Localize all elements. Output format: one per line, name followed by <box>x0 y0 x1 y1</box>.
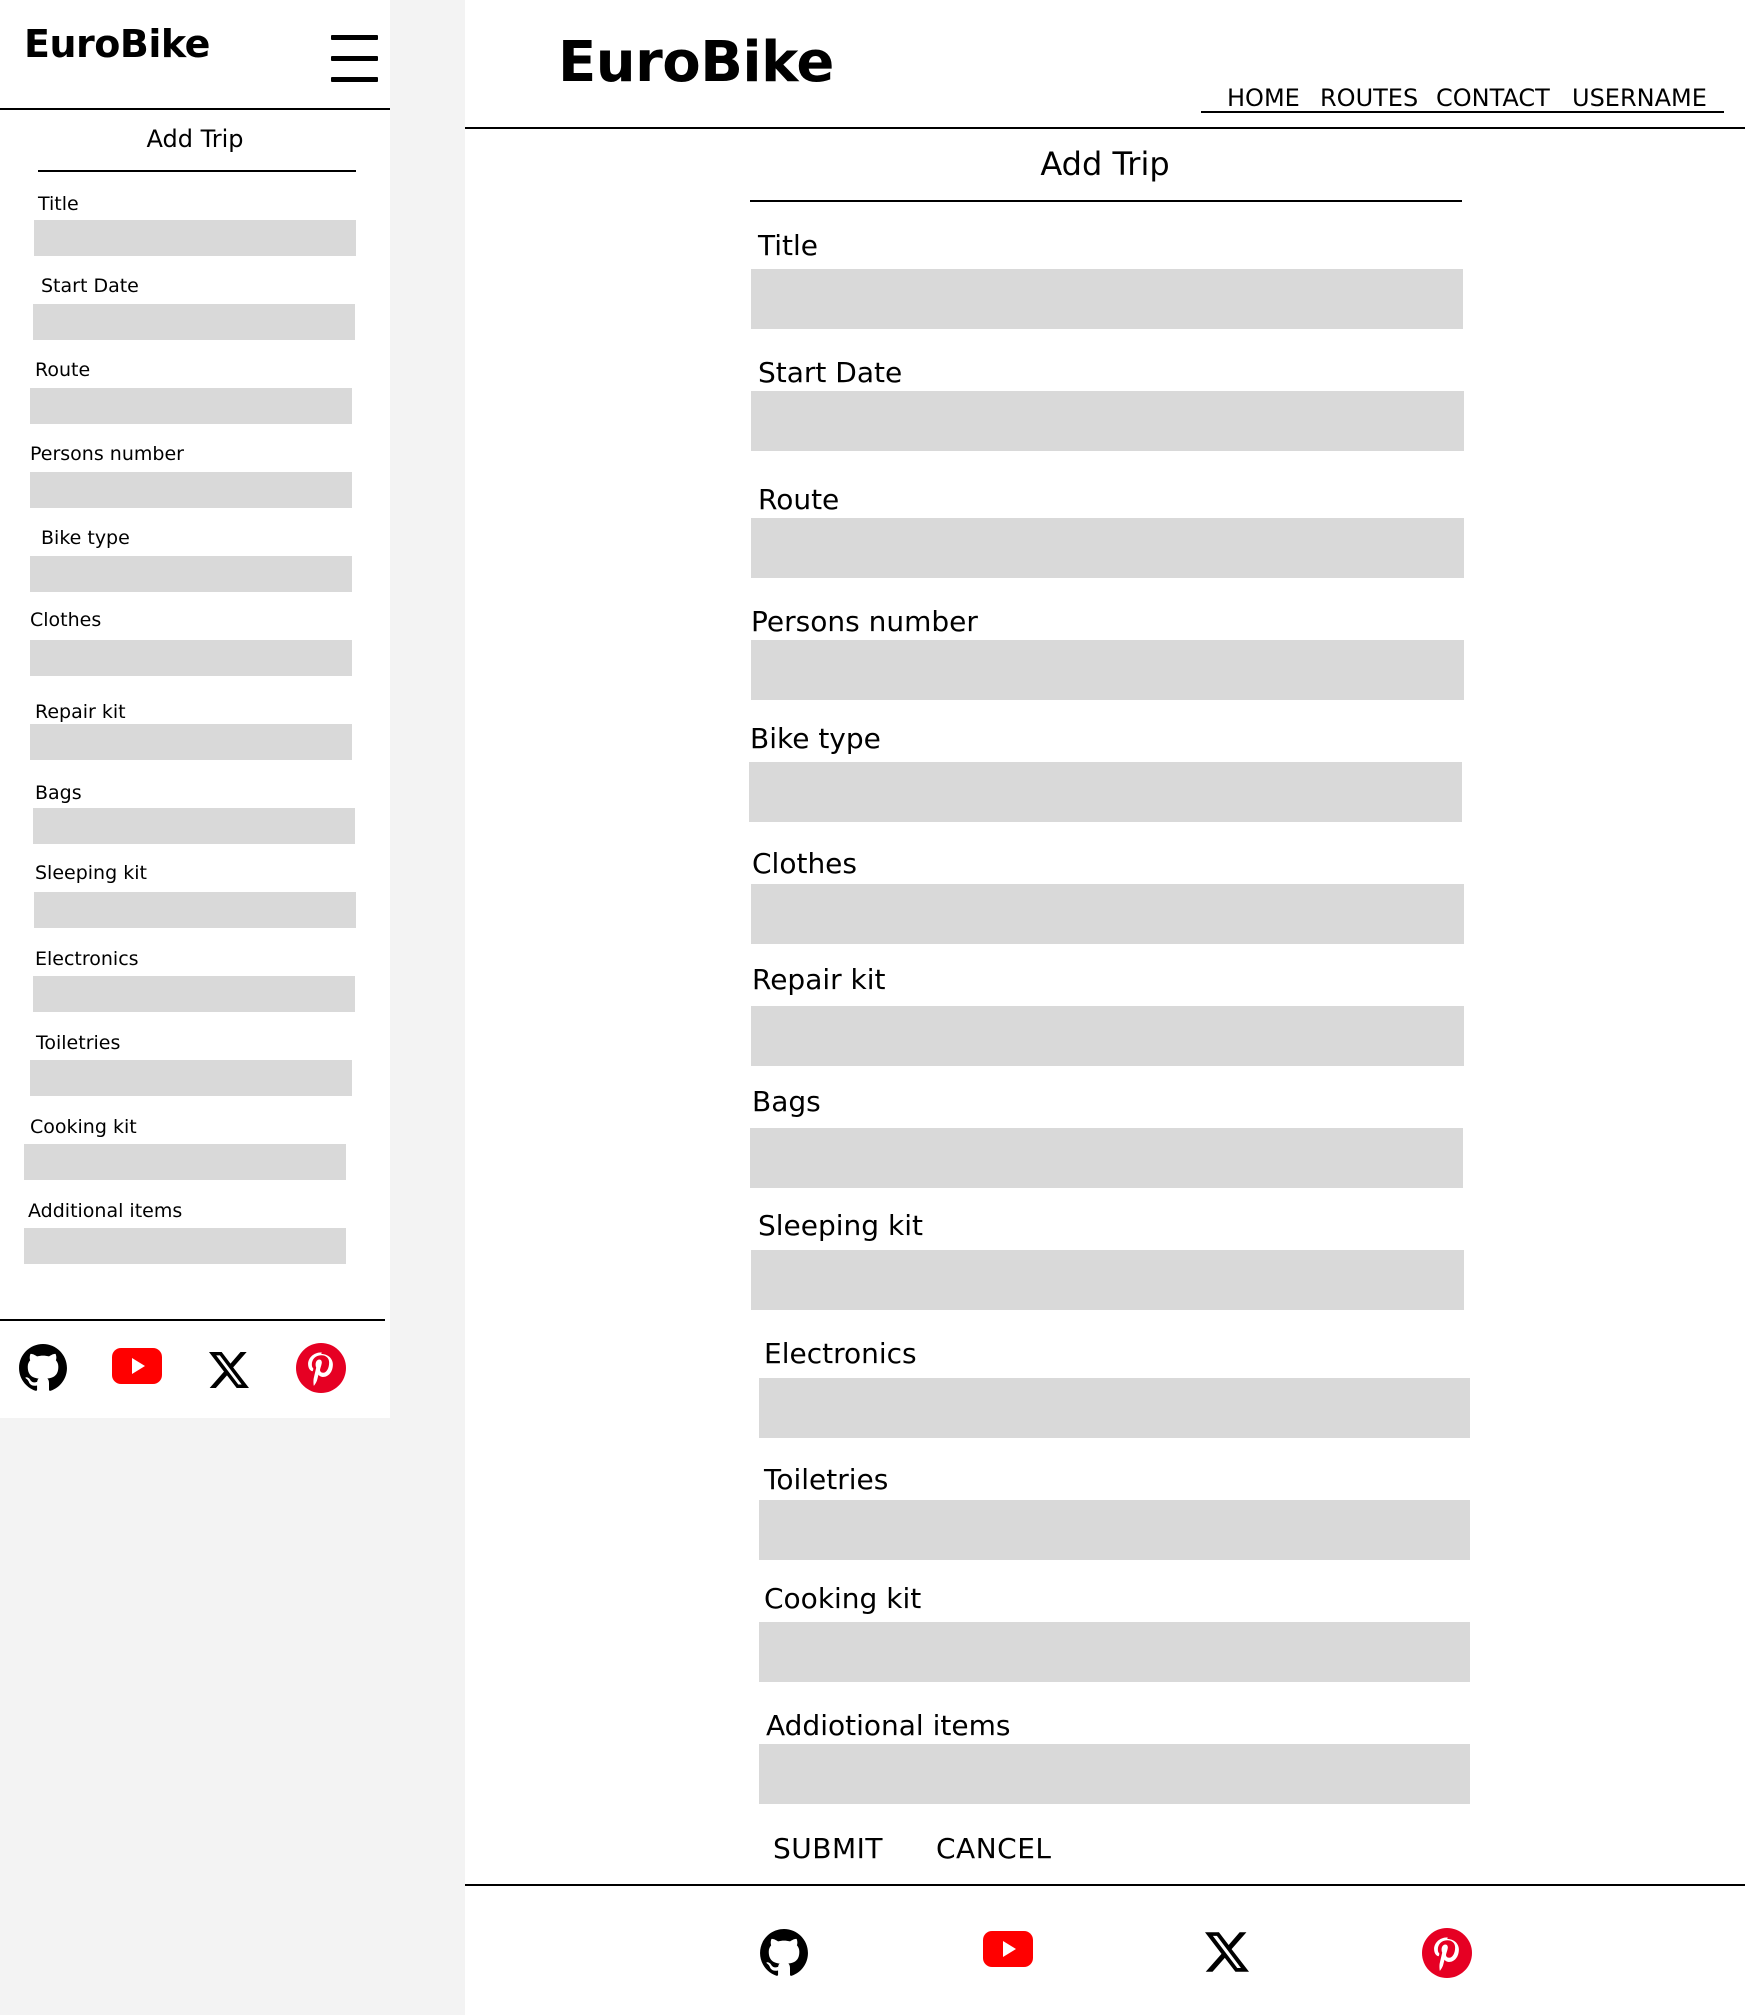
cooking-kit-input[interactable] <box>759 1622 1470 1682</box>
nav-routes[interactable]: ROUTES <box>1320 84 1418 112</box>
field-label-persons-number: Persons number <box>30 443 184 465</box>
title-input[interactable] <box>34 220 356 256</box>
clothes-input[interactable] <box>30 640 352 676</box>
pinterest-icon[interactable] <box>1422 1928 1472 1978</box>
sleeping-kit-input[interactable] <box>34 892 356 928</box>
hamburger-menu-icon[interactable] <box>331 35 378 83</box>
field-label-repair-kit: Repair kit <box>35 701 126 723</box>
brand-logo[interactable]: EuroBike <box>558 30 834 95</box>
field-label-cooking-kit: Cooking kit <box>30 1116 137 1138</box>
bags-input[interactable] <box>33 808 355 844</box>
title-divider <box>38 170 356 172</box>
field-label-sleeping-kit: Sleeping kit <box>35 862 147 884</box>
desktop-frame: EuroBike HOME ROUTES CONTACT USERNAME Ad… <box>465 0 1745 2015</box>
field-label-clothes: Clothes <box>752 847 857 880</box>
field-label-bike-type: Bike type <box>750 722 881 755</box>
field-label-start-date: Start Date <box>41 275 139 297</box>
header-divider <box>465 127 1745 129</box>
nav-home[interactable]: HOME <box>1227 84 1300 112</box>
cancel-button[interactable]: CANCEL <box>936 1832 1052 1865</box>
field-label-electronics: Electronics <box>764 1337 917 1370</box>
field-label-persons-number: Persons number <box>751 605 978 638</box>
title-input[interactable] <box>751 269 1463 329</box>
field-label-electronics: Electronics <box>35 948 139 970</box>
additional-items-input[interactable] <box>24 1228 346 1264</box>
github-icon[interactable] <box>18 1343 68 1393</box>
header-divider <box>0 108 390 110</box>
additional-items-input[interactable] <box>759 1744 1470 1804</box>
field-label-sleeping-kit: Sleeping kit <box>758 1209 923 1242</box>
bike-type-input[interactable] <box>749 762 1462 822</box>
toiletries-input[interactable] <box>30 1060 352 1096</box>
x-icon[interactable] <box>1205 1930 1249 1974</box>
field-label-start-date: Start Date <box>758 356 903 389</box>
field-label-clothes: Clothes <box>30 609 102 631</box>
nav-underline <box>1201 111 1724 113</box>
cooking-kit-input[interactable] <box>24 1144 346 1180</box>
electronics-input[interactable] <box>759 1378 1470 1438</box>
persons-number-input[interactable] <box>751 640 1464 700</box>
repair-kit-input[interactable] <box>751 1006 1464 1066</box>
footer-divider <box>0 1319 385 1321</box>
brand-logo[interactable]: EuroBike <box>24 22 210 66</box>
footer-divider <box>465 1884 1745 1886</box>
youtube-icon[interactable] <box>112 1347 162 1385</box>
field-label-cooking-kit: Cooking kit <box>764 1582 922 1615</box>
nav-contact[interactable]: CONTACT <box>1436 84 1550 112</box>
sleeping-kit-input[interactable] <box>751 1250 1464 1310</box>
field-label-title: Title <box>38 193 79 215</box>
route-input[interactable] <box>30 388 352 424</box>
electronics-input[interactable] <box>33 976 355 1012</box>
start-date-input[interactable] <box>751 391 1464 451</box>
field-label-route: Route <box>35 359 91 381</box>
field-label-repair-kit: Repair kit <box>752 963 886 996</box>
pinterest-icon[interactable] <box>296 1343 346 1393</box>
page-title: Add Trip <box>146 125 244 153</box>
bike-type-input[interactable] <box>30 556 352 592</box>
field-label-bags: Bags <box>752 1085 821 1118</box>
field-label-bike-type: Bike type <box>41 527 130 549</box>
field-label-additional-items: Addiotional items <box>766 1709 1011 1742</box>
field-label-bags: Bags <box>35 782 82 804</box>
field-label-toiletries: Toiletries <box>764 1463 889 1496</box>
repair-kit-input[interactable] <box>30 724 352 760</box>
github-icon[interactable] <box>759 1928 809 1978</box>
x-icon[interactable] <box>207 1350 251 1390</box>
start-date-input[interactable] <box>33 304 355 340</box>
nav-username[interactable]: USERNAME <box>1572 84 1707 112</box>
field-label-title: Title <box>758 229 819 262</box>
toiletries-input[interactable] <box>759 1500 1470 1560</box>
bags-input[interactable] <box>750 1128 1463 1188</box>
field-label-toiletries: Toiletries <box>36 1032 121 1054</box>
page-title: Add Trip <box>1040 145 1170 183</box>
mobile-frame: EuroBike Add Trip Title Start Date Route… <box>0 0 390 1418</box>
persons-number-input[interactable] <box>30 472 352 508</box>
title-divider <box>750 200 1462 202</box>
submit-button[interactable]: SUBMIT <box>773 1832 883 1865</box>
youtube-icon[interactable] <box>983 1930 1033 1968</box>
field-label-route: Route <box>758 483 840 516</box>
route-input[interactable] <box>751 518 1464 578</box>
field-label-additional-items: Additional items <box>28 1200 183 1222</box>
clothes-input[interactable] <box>751 884 1464 944</box>
